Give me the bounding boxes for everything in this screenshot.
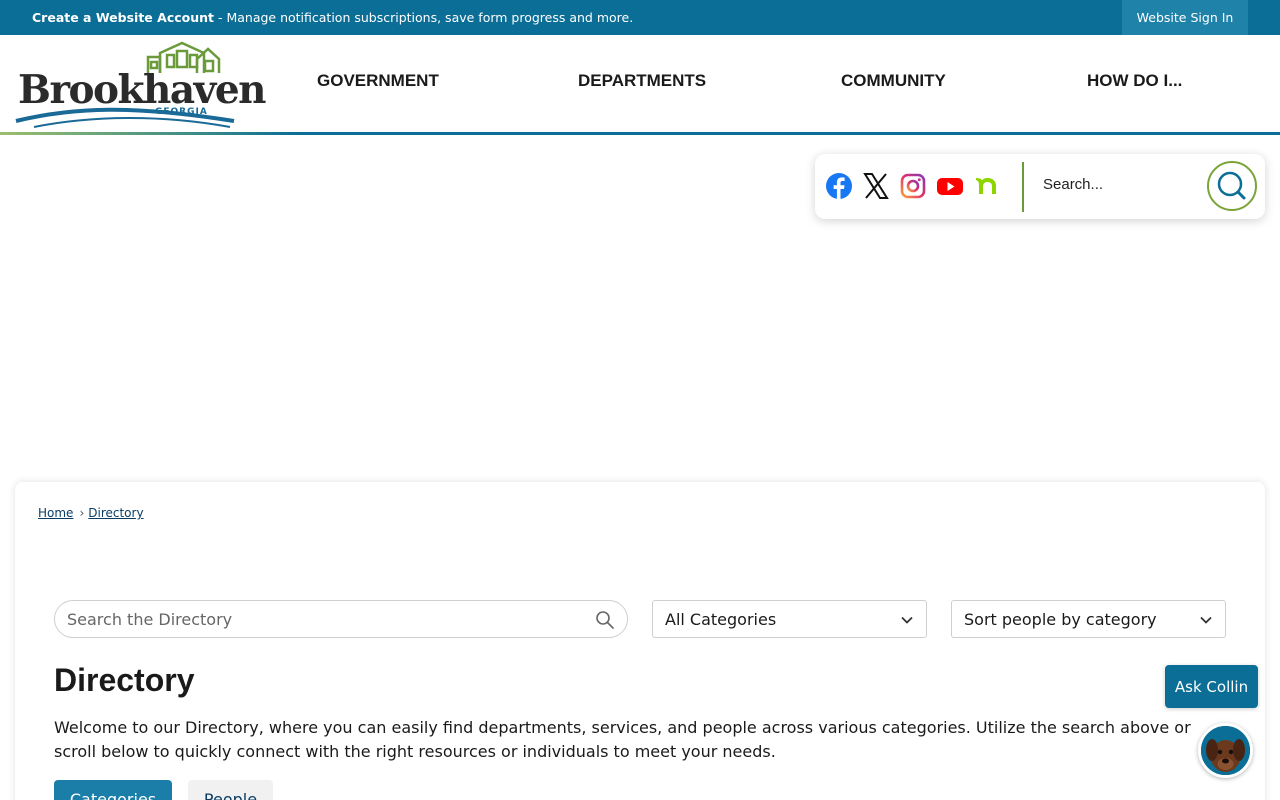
tab-people[interactable]: People (188, 780, 273, 800)
search-icon[interactable] (595, 610, 615, 630)
sort-select[interactable]: Sort people by category (951, 600, 1226, 638)
create-account-link[interactable]: Create a Website Account (32, 10, 214, 25)
site-search-input[interactable]: Search... (1043, 176, 1103, 193)
banner-text: - Manage notification subscriptions, sav… (214, 10, 634, 25)
top-banner: Create a Website Account - Manage notifi… (0, 0, 1280, 35)
breadcrumb-home[interactable]: Home (38, 506, 73, 520)
nav-community[interactable]: COMMUNITY (841, 71, 946, 91)
directory-description: Welcome to our Directory, where you can … (54, 718, 1191, 761)
page-title: Directory (54, 662, 195, 698)
breadcrumb-directory[interactable]: Directory (88, 506, 143, 520)
dog-avatar-icon (1201, 726, 1250, 775)
site-header: Brookhaven GEORGIA GOVERNMENT DEPARTMENT… (0, 35, 1280, 135)
account-banner-message: Create a Website Account - Manage notifi… (32, 10, 633, 25)
directory-search-input[interactable] (67, 601, 587, 637)
breadcrumb-separator: › (79, 506, 85, 520)
chatbot-avatar[interactable] (1198, 723, 1253, 778)
nextdoor-icon[interactable] (973, 172, 1001, 200)
chevron-down-icon (901, 616, 913, 624)
breadcrumb: Home › Directory (38, 506, 144, 520)
instagram-icon[interactable] (899, 172, 927, 200)
category-select-value: All Categories (665, 610, 777, 629)
search-icon (1217, 171, 1246, 200)
directory-card: Home›Directory All Categories Sort peopl… (15, 482, 1265, 800)
chevron-down-icon (1200, 616, 1212, 624)
panel-divider (1022, 162, 1024, 212)
nav-government[interactable]: GOVERNMENT (317, 71, 439, 91)
category-select[interactable]: All Categories (652, 600, 927, 638)
website-sign-in-button[interactable]: Website Sign In (1122, 0, 1248, 35)
nav-how-do-i[interactable]: HOW DO I... (1087, 71, 1182, 91)
brookhaven-logo[interactable]: Brookhaven GEORGIA (14, 41, 267, 131)
site-search-button[interactable] (1207, 161, 1257, 211)
directory-search (54, 600, 628, 638)
youtube-icon[interactable] (936, 172, 964, 200)
x-twitter-icon[interactable] (862, 172, 890, 200)
logo-wordmark: Brookhaven (18, 67, 267, 113)
facebook-icon[interactable] (825, 172, 853, 200)
logo-state: GEORGIA (155, 107, 208, 117)
nav-departments[interactable]: DEPARTMENTS (578, 71, 706, 91)
tab-categories[interactable]: Categories (54, 780, 172, 800)
social-search-panel: Search... (815, 154, 1265, 219)
sort-select-value: Sort people by category (964, 610, 1157, 629)
ask-collin-button[interactable]: Ask Collin (1165, 665, 1258, 708)
